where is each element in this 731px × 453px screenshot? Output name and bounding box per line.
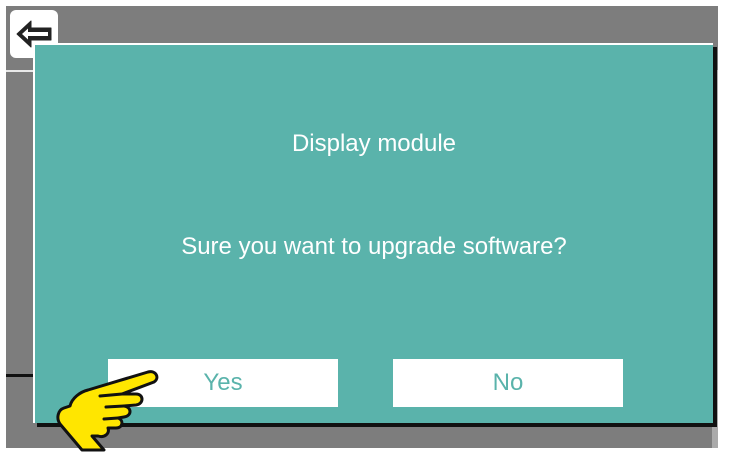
no-button[interactable]: No xyxy=(393,359,623,407)
screen: Display module Sure you want to upgrade … xyxy=(0,0,731,453)
dialog-title: Display module xyxy=(291,130,457,157)
dialog-message: Sure you want to upgrade software? xyxy=(181,233,567,260)
pointing-hand-icon xyxy=(56,370,159,452)
